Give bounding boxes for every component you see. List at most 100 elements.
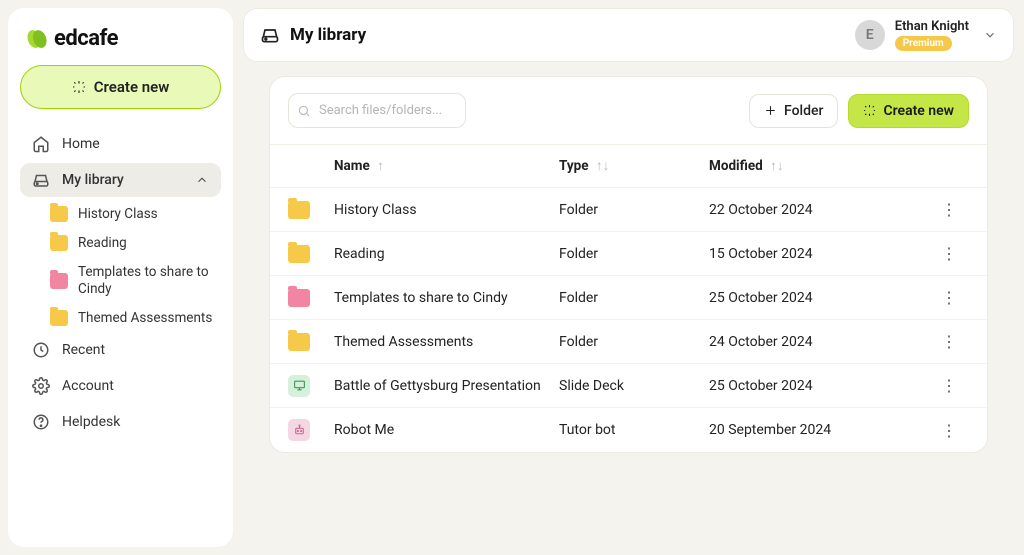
- table-header: Name ↑ Type ↑↓ Modified ↑↓: [270, 144, 987, 188]
- search-input[interactable]: [288, 93, 466, 128]
- folder-icon: [50, 235, 68, 251]
- row-more-button[interactable]: ⋮: [929, 332, 969, 351]
- cell-type: Folder: [559, 202, 709, 218]
- sort-icon: ↑↓: [593, 158, 610, 174]
- folder-icon: [50, 206, 68, 222]
- home-icon: [32, 135, 50, 153]
- sidebar-item-label: Helpdesk: [62, 414, 120, 430]
- sparkle-icon: [72, 80, 86, 94]
- table-row[interactable]: Themed AssessmentsFolder24 October 2024⋮: [270, 320, 987, 364]
- sidebar-item-recent[interactable]: Recent: [20, 333, 221, 367]
- column-type[interactable]: Type ↑↓: [559, 158, 709, 174]
- sort-icon: ↑↓: [767, 158, 784, 174]
- folder-icon: [288, 333, 310, 351]
- sidebar-library-children: History Class Reading Templates to share…: [20, 201, 221, 331]
- sidebar-item-label: Home: [62, 136, 100, 152]
- gear-icon: [32, 377, 50, 395]
- column-name[interactable]: Name ↑: [334, 158, 559, 174]
- table-row[interactable]: Battle of Gettysburg PresentationSlide D…: [270, 364, 987, 408]
- chevron-up-icon: [195, 173, 209, 187]
- row-more-button[interactable]: ⋮: [929, 200, 969, 219]
- cell-modified: 20 September 2024: [709, 422, 929, 438]
- content-card: Folder Create new Name ↑ Type ↑↓ Modifie…: [269, 76, 988, 453]
- table-row[interactable]: History ClassFolder22 October 2024⋮: [270, 188, 987, 232]
- sidebar-folder-label: Templates to share to Cindy: [78, 264, 213, 298]
- search-icon: [297, 104, 311, 118]
- drive-icon: [32, 171, 50, 189]
- table-row[interactable]: Robot MeTutor bot20 September 2024⋮: [270, 408, 987, 452]
- drive-icon: [260, 25, 280, 45]
- folder-icon: [50, 310, 68, 326]
- sidebar-folder-themed[interactable]: Themed Assessments: [42, 305, 221, 332]
- cell-name: Battle of Gettysburg Presentation: [334, 378, 559, 394]
- column-modified[interactable]: Modified ↑↓: [709, 158, 929, 174]
- create-new-button-toolbar[interactable]: Create new: [848, 94, 969, 128]
- avatar: E: [855, 20, 885, 50]
- row-more-button[interactable]: ⋮: [929, 244, 969, 263]
- sidebar-folder-label: Themed Assessments: [78, 310, 212, 327]
- cell-name: Robot Me: [334, 422, 559, 438]
- main-area: My library E Ethan Knight Premium: [233, 0, 1024, 555]
- sidebar-item-label: My library: [62, 172, 124, 188]
- clock-icon: [32, 341, 50, 359]
- plus-icon: [764, 104, 777, 117]
- help-icon: [32, 413, 50, 431]
- sidebar-nav: Home My library History Class Reading Te: [20, 127, 221, 439]
- cell-modified: 25 October 2024: [709, 290, 929, 306]
- sidebar-item-label: Recent: [62, 342, 105, 358]
- toolbar: Folder Create new: [270, 77, 987, 144]
- new-folder-label: Folder: [784, 103, 823, 119]
- cell-name: Reading: [334, 246, 559, 262]
- sidebar-item-home[interactable]: Home: [20, 127, 221, 161]
- file-table: Name ↑ Type ↑↓ Modified ↑↓ History Class…: [270, 144, 987, 452]
- premium-badge: Premium: [895, 36, 952, 51]
- create-new-label: Create new: [883, 103, 954, 119]
- slide-deck-icon: [288, 375, 310, 397]
- cell-name: Templates to share to Cindy: [334, 290, 559, 306]
- user-meta: Ethan Knight Premium: [895, 19, 969, 51]
- search-wrapper: [288, 93, 466, 128]
- sidebar-item-account[interactable]: Account: [20, 369, 221, 403]
- create-new-button-sidebar[interactable]: Create new: [20, 65, 221, 109]
- folder-icon: [50, 273, 68, 289]
- cell-modified: 25 October 2024: [709, 378, 929, 394]
- brand-logo: edcafe: [20, 20, 221, 65]
- cell-type: Folder: [559, 334, 709, 350]
- sidebar-folder-reading[interactable]: Reading: [42, 230, 221, 257]
- robot-icon: [288, 419, 310, 441]
- sort-asc-icon: ↑: [374, 158, 384, 174]
- cell-modified: 24 October 2024: [709, 334, 929, 350]
- sidebar-folder-label: Reading: [78, 235, 127, 252]
- page-title: My library: [260, 25, 366, 45]
- create-new-label: Create new: [94, 78, 170, 96]
- brand-name: edcafe: [54, 26, 118, 51]
- row-more-button[interactable]: ⋮: [929, 288, 969, 307]
- sidebar-folder-templates[interactable]: Templates to share to Cindy: [42, 259, 221, 303]
- sidebar-folder-label: History Class: [78, 206, 158, 223]
- cell-name: Themed Assessments: [334, 334, 559, 350]
- cell-type: Slide Deck: [559, 378, 709, 394]
- cell-modified: 22 October 2024: [709, 202, 929, 218]
- page-title-text: My library: [290, 25, 366, 45]
- sidebar-item-label: Account: [62, 378, 114, 394]
- table-row[interactable]: Templates to share to CindyFolder25 Octo…: [270, 276, 987, 320]
- user-name: Ethan Knight: [895, 19, 969, 34]
- sidebar-item-helpdesk[interactable]: Helpdesk: [20, 405, 221, 439]
- cell-type: Folder: [559, 246, 709, 262]
- folder-icon: [288, 201, 310, 219]
- folder-icon: [288, 245, 310, 263]
- row-more-button[interactable]: ⋮: [929, 376, 969, 395]
- folder-icon: [288, 289, 310, 307]
- sidebar-folder-history-class[interactable]: History Class: [42, 201, 221, 228]
- user-menu[interactable]: E Ethan Knight Premium: [855, 19, 997, 51]
- sidebar: edcafe Create new Home My library: [8, 8, 233, 547]
- row-more-button[interactable]: ⋮: [929, 421, 969, 440]
- new-folder-button[interactable]: Folder: [749, 94, 838, 128]
- chevron-down-icon: [983, 28, 997, 42]
- sidebar-item-library[interactable]: My library: [20, 163, 221, 197]
- cell-modified: 15 October 2024: [709, 246, 929, 262]
- topbar: My library E Ethan Knight Premium: [243, 8, 1014, 62]
- table-row[interactable]: ReadingFolder15 October 2024⋮: [270, 232, 987, 276]
- cell-name: History Class: [334, 202, 559, 218]
- brand-logo-icon: [26, 28, 48, 50]
